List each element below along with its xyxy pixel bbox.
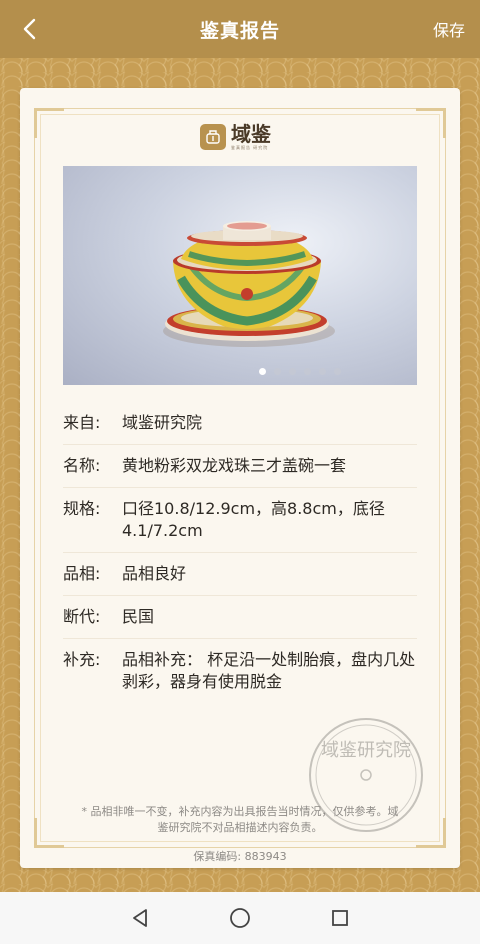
item-photo-carousel[interactable]	[63, 166, 417, 385]
carousel-dot[interactable]	[319, 368, 326, 375]
detail-row-spec: 规格: 口径10.8/12.9cm，高8.8cm，底径4.1/7.2cm	[63, 488, 417, 553]
carousel-indicator	[63, 368, 417, 375]
code-value: 883943	[244, 850, 287, 863]
logo-icon	[200, 124, 226, 150]
nav-home-button[interactable]	[225, 903, 255, 933]
seal-text: 域鉴研究院	[321, 740, 411, 761]
detail-value: 品相补充： 杯足沿一处制胎痕，盘内几处剥彩，器身有使用脱金	[122, 650, 416, 691]
detail-row-condition: 品相: 品相良好	[63, 553, 417, 596]
carousel-dot[interactable]	[334, 368, 341, 375]
carousel-dot[interactable]	[259, 368, 266, 375]
nav-recents-button[interactable]	[325, 903, 355, 933]
frame-corner-ornament	[34, 818, 64, 848]
detail-value: 民国	[122, 607, 155, 626]
authenticity-code: 保真编码: 883943	[20, 848, 460, 864]
detail-value: 口径10.8/12.9cm，高8.8cm，底径4.1/7.2cm	[122, 499, 385, 540]
detail-label: 断代:	[63, 607, 101, 626]
detail-value: 域鉴研究院	[122, 413, 203, 432]
nav-back-button[interactable]	[125, 903, 155, 933]
brand-logo: 域鉴 鉴真报告 研究院	[200, 120, 280, 154]
detail-label: 名称:	[63, 456, 101, 475]
back-button[interactable]	[14, 14, 44, 44]
detail-label: 品相:	[63, 564, 101, 583]
detail-value: 黄地粉彩双龙戏珠三才盖碗一套	[122, 456, 347, 475]
square-recents-icon	[332, 910, 348, 926]
detail-label: 规格:	[63, 499, 101, 518]
carousel-dot[interactable]	[304, 368, 311, 375]
disclaimer-text: * 品相非唯一不变，补充内容为出具报告当时情况，仅供参考。域鉴研究院不对品相描述…	[81, 805, 399, 834]
detail-row-supplement: 补充: 品相补充： 杯足沿一处制胎痕，盘内几处剥彩，器身有使用脱金	[63, 639, 417, 703]
save-button[interactable]: 保存	[433, 17, 465, 41]
top-bar: 鉴真报告 保存	[0, 0, 480, 58]
system-navigation-bar	[0, 892, 480, 944]
report-card: 域鉴 鉴真报告 研究院 来自: 域鉴研究院 名称: 黄地粉彩双龙戏珠三才盖碗一套…	[20, 88, 460, 868]
detail-value: 品相良好	[122, 564, 187, 583]
circle-home-icon	[230, 908, 250, 928]
triangle-back-icon	[133, 909, 147, 927]
detail-row-source: 来自: 域鉴研究院	[63, 402, 417, 445]
brand-name: 域鉴	[231, 121, 271, 146]
detail-row-dating: 断代: 民国	[63, 596, 417, 639]
gaiwan-bowl-image	[163, 221, 335, 347]
brand-tagline: 鉴真报告 研究院	[231, 144, 269, 150]
carousel-dot[interactable]	[289, 368, 296, 375]
carousel-dot[interactable]	[274, 368, 281, 375]
frame-corner-ornament	[34, 108, 64, 138]
page-title: 鉴真报告	[199, 19, 280, 42]
detail-list: 来自: 域鉴研究院 名称: 黄地粉彩双龙戏珠三才盖碗一套 规格: 口径10.8/…	[63, 402, 417, 703]
detail-label: 来自:	[63, 413, 101, 432]
detail-label: 补充:	[63, 650, 101, 669]
detail-row-name: 名称: 黄地粉彩双龙戏珠三才盖碗一套	[63, 445, 417, 488]
code-label: 保真编码:	[193, 850, 242, 863]
frame-corner-ornament	[416, 108, 446, 138]
chevron-left-icon	[23, 18, 36, 40]
